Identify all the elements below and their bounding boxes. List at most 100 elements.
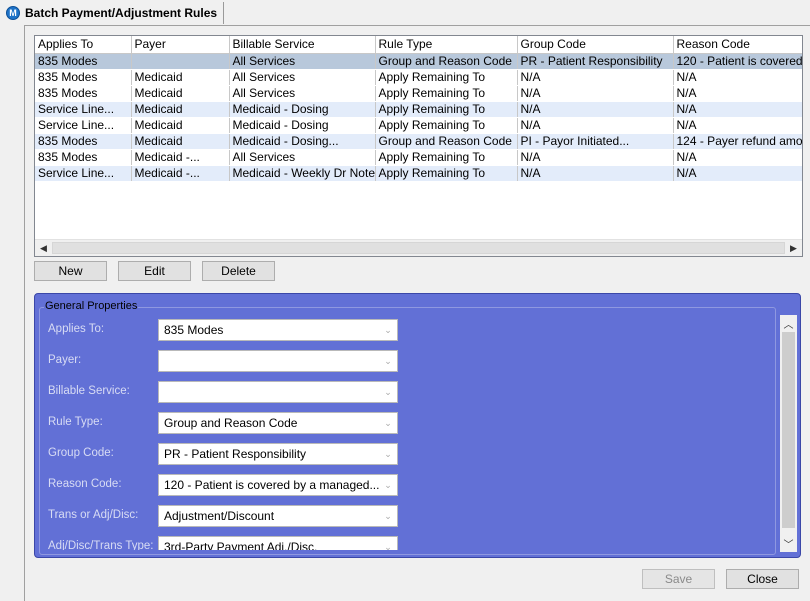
column-header-billable-service[interactable]: Billable Service	[229, 36, 376, 54]
chevron-down-icon[interactable]: ⌄	[379, 506, 397, 526]
field-row-reason-code: Reason Code: 120 - Patient is covered by…	[35, 474, 415, 496]
cell-reason-code: 120 - Patient is covered b	[673, 53, 802, 70]
applies-to-label: Applies To:	[48, 323, 105, 335]
chevron-down-icon[interactable]: ⌄	[379, 320, 397, 340]
group-code-label: Group Code:	[48, 447, 114, 459]
cell-billable-service: Medicaid - Weekly Dr Note	[229, 165, 376, 182]
window-tab[interactable]: M Batch Payment/Adjustment Rules	[2, 2, 224, 24]
cell-group-code: N/A	[517, 117, 674, 134]
cell-billable-service: Medicaid - Dosing	[229, 101, 376, 118]
table-header-row: Applies To Payer Billable Service Rule T…	[35, 36, 802, 54]
cell-billable-service: Medicaid - Dosing...	[229, 133, 376, 150]
cell-applies-to: 835 Modes	[35, 149, 132, 166]
delete-button[interactable]: Delete	[202, 261, 275, 281]
cell-payer: Medicaid -...	[131, 165, 230, 182]
table-row[interactable]: 835 Modes Medicaid -... All Services App…	[35, 149, 802, 166]
trans-or-adj-disc-label: Trans or Adj/Disc:	[48, 509, 139, 521]
cell-rule-type: Group and Reason Code	[375, 53, 518, 70]
horizontal-scrollbar[interactable]: ◀ ▶	[35, 239, 802, 256]
billable-service-dropdown[interactable]: ⌄	[158, 381, 398, 403]
cell-group-code: N/A	[517, 101, 674, 118]
cell-rule-type: Apply Remaining To	[375, 69, 518, 86]
cell-reason-code: N/A	[673, 117, 802, 134]
cell-applies-to: Service Line...	[35, 117, 132, 134]
vertical-scrollbar[interactable]: ︿ ﹀	[780, 315, 797, 552]
group-title: General Properties	[44, 300, 139, 312]
arrow-down-icon[interactable]: ﹀	[780, 535, 797, 552]
field-row-billable-service: Billable Service: ⌄	[35, 381, 415, 403]
chevron-down-icon[interactable]: ⌄	[379, 382, 397, 402]
arrow-left-icon[interactable]: ◀	[35, 240, 52, 256]
app-logo-icon: M	[6, 6, 20, 20]
edit-button[interactable]: Edit	[118, 261, 191, 281]
cell-rule-type: Apply Remaining To	[375, 149, 518, 166]
cell-group-code: PR - Patient Responsibility	[517, 53, 674, 70]
cell-payer: Medicaid -...	[131, 149, 230, 166]
column-header-rule-type[interactable]: Rule Type	[375, 36, 518, 54]
table-row[interactable]: Service Line... Medicaid Medicaid - Dosi…	[35, 117, 802, 134]
chevron-down-icon[interactable]: ⌄	[379, 444, 397, 464]
cell-applies-to: 835 Modes	[35, 69, 132, 86]
main-panel: Applies To Payer Billable Service Rule T…	[24, 25, 810, 601]
applies-to-dropdown[interactable]: 835 Modes ⌄	[158, 319, 398, 341]
cell-group-code: N/A	[517, 149, 674, 166]
cell-applies-to: 835 Modes	[35, 53, 132, 70]
save-button[interactable]: Save	[642, 569, 715, 589]
rule-type-dropdown[interactable]: Group and Reason Code ⌄	[158, 412, 398, 434]
adj-disc-trans-type-label: Adj/Disc/Trans Type:	[48, 540, 154, 550]
payer-dropdown[interactable]: ⌄	[158, 350, 398, 372]
field-row-trans-or-adj-disc: Trans or Adj/Disc: Adjustment/Discount ⌄	[35, 505, 415, 527]
chevron-down-icon[interactable]: ⌄	[379, 537, 397, 551]
group-code-dropdown[interactable]: PR - Patient Responsibility ⌄	[158, 443, 398, 465]
cell-applies-to: Service Line...	[35, 165, 132, 182]
table-row[interactable]: 835 Modes Medicaid Medicaid - Dosing... …	[35, 133, 802, 150]
cell-billable-service: Medicaid - Dosing	[229, 117, 376, 134]
field-row-payer: Payer: ⌄	[35, 350, 415, 372]
horizontal-scroll-thumb[interactable]	[52, 242, 785, 254]
arrow-up-icon[interactable]: ︿	[780, 315, 797, 332]
chevron-down-icon[interactable]: ⌄	[379, 413, 397, 433]
cell-rule-type: Apply Remaining To	[375, 117, 518, 134]
rule-type-label: Rule Type:	[48, 416, 103, 428]
close-button[interactable]: Close	[726, 569, 799, 589]
table-row[interactable]: Service Line... Medicaid -... Medicaid -…	[35, 165, 802, 182]
cell-payer: Medicaid	[131, 133, 230, 150]
table-row[interactable]: 835 Modes Medicaid All Services Apply Re…	[35, 85, 802, 102]
table-row[interactable]: 835 Modes All Services Group and Reason …	[35, 53, 802, 70]
payer-label: Payer:	[48, 354, 82, 366]
vertical-scroll-thumb[interactable]	[782, 332, 795, 528]
cell-applies-to: Service Line...	[35, 101, 132, 118]
cell-reason-code: N/A	[673, 165, 802, 182]
rules-table: Applies To Payer Billable Service Rule T…	[35, 36, 802, 182]
cell-rule-type: Apply Remaining To	[375, 101, 518, 118]
chevron-down-icon[interactable]: ⌄	[379, 351, 397, 371]
field-row-rule-type: Rule Type: Group and Reason Code ⌄	[35, 412, 415, 434]
general-properties-group: General Properties Applies To: 835 Modes…	[34, 293, 801, 558]
cell-group-code: N/A	[517, 85, 674, 102]
trans-or-adj-disc-dropdown[interactable]: Adjustment/Discount ⌄	[158, 505, 398, 527]
cell-payer	[131, 53, 230, 70]
adj-disc-trans-type-dropdown[interactable]: 3rd-Party Payment Adj./Disc. ⌄	[158, 536, 398, 550]
field-row-adj-disc-trans-type: Adj/Disc/Trans Type: 3rd-Party Payment A…	[35, 536, 415, 550]
rules-grid[interactable]: Applies To Payer Billable Service Rule T…	[34, 35, 803, 257]
table-row[interactable]: 835 Modes Medicaid All Services Apply Re…	[35, 69, 802, 86]
new-button[interactable]: New	[34, 261, 107, 281]
arrow-right-icon[interactable]: ▶	[785, 240, 802, 256]
group-code-value: PR - Patient Responsibility	[164, 447, 307, 461]
column-header-payer[interactable]: Payer	[131, 36, 230, 54]
window-title: Batch Payment/Adjustment Rules	[25, 6, 218, 20]
applies-to-value: 835 Modes	[164, 323, 224, 337]
chevron-down-icon[interactable]: ⌄	[379, 475, 397, 495]
cell-billable-service: All Services	[229, 149, 376, 166]
adj-disc-trans-type-value: 3rd-Party Payment Adj./Disc.	[164, 540, 318, 550]
field-row-group-code: Group Code: PR - Patient Responsibility …	[35, 443, 415, 465]
column-header-reason-code[interactable]: Reason Code	[673, 36, 802, 54]
cell-reason-code: N/A	[673, 69, 802, 86]
column-header-group-code[interactable]: Group Code	[517, 36, 674, 54]
reason-code-dropdown[interactable]: 120 - Patient is covered by a managed...…	[158, 474, 398, 496]
cell-group-code: PI - Payor Initiated...	[517, 133, 674, 150]
column-header-applies-to[interactable]: Applies To	[35, 36, 132, 54]
table-row[interactable]: Service Line... Medicaid Medicaid - Dosi…	[35, 101, 802, 118]
reason-code-label: Reason Code:	[48, 478, 122, 490]
cell-payer: Medicaid	[131, 101, 230, 118]
